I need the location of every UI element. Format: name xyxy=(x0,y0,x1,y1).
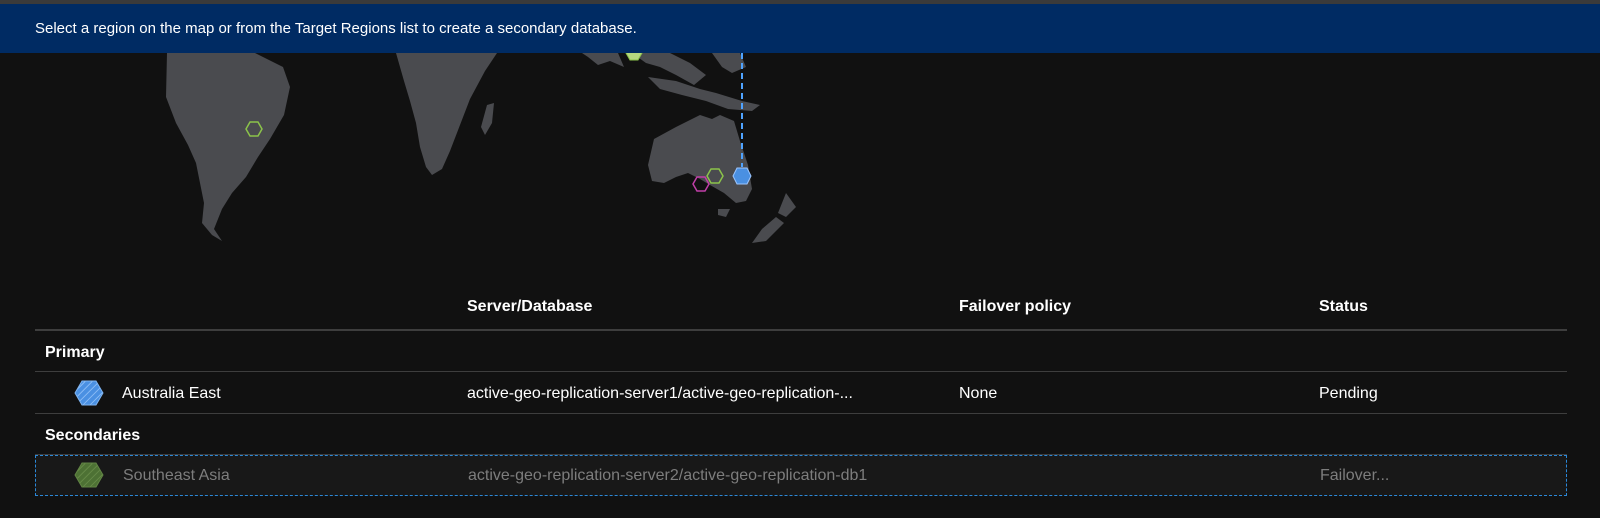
grid-header: Server/Database Failover policy Status xyxy=(35,288,1567,331)
group-secondaries-label: Secondaries xyxy=(45,427,141,444)
map-south-america xyxy=(166,53,290,241)
column-header-failover-policy[interactable]: Failover policy xyxy=(959,298,1071,316)
table-row-secondary[interactable]: Southeast Asia active-geo-replication-se… xyxy=(35,455,1567,496)
info-banner: Select a region on the map or from the T… xyxy=(0,4,1600,53)
cell-server-database: active-geo-replication-server1/active-ge… xyxy=(467,385,853,402)
map-tasmania xyxy=(718,209,730,217)
banner-text: Select a region on the map or from the T… xyxy=(35,20,637,37)
map-australia xyxy=(648,115,752,203)
map-madagascar xyxy=(481,103,494,135)
cell-status: Failover... xyxy=(1320,467,1390,484)
map-marker-southeast-asia[interactable] xyxy=(625,53,643,61)
group-primary-label: Primary xyxy=(45,344,105,361)
group-secondaries: Secondaries xyxy=(35,414,1567,455)
cell-region: Australia East xyxy=(122,385,221,402)
column-header-status[interactable]: Status xyxy=(1319,298,1368,316)
cell-region: Southeast Asia xyxy=(123,467,230,484)
cell-server-database: active-geo-replication-server2/active-ge… xyxy=(468,467,868,484)
map-new-zealand xyxy=(752,193,796,243)
map-marker-australia-east[interactable] xyxy=(732,167,752,185)
cell-failover-policy: None xyxy=(959,385,998,402)
region-hexagon-icon xyxy=(74,380,104,406)
map-africa xyxy=(396,53,497,175)
group-primary: Primary xyxy=(35,331,1567,372)
replicas-grid: Server/Database Failover policy Status P… xyxy=(35,288,1567,496)
cell-status: Pending xyxy=(1319,385,1378,402)
map-se-asia-islands xyxy=(582,53,760,111)
region-hexagon-icon xyxy=(74,462,104,488)
column-header-server-database[interactable]: Server/Database xyxy=(467,298,592,316)
table-row-primary[interactable]: Australia East active-geo-replication-se… xyxy=(35,372,1567,414)
world-map[interactable] xyxy=(0,53,1600,268)
